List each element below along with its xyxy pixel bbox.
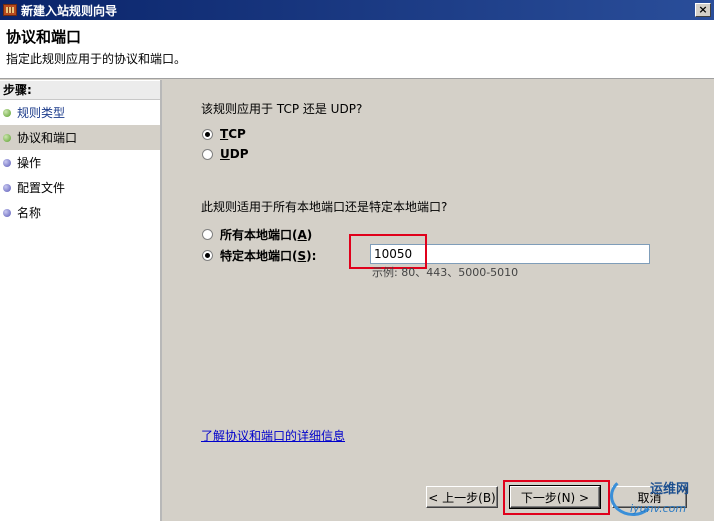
tcp-label: TCP [220,127,246,141]
step-profile[interactable]: 配置文件 [0,175,160,200]
page-title: 协议和端口 [6,28,82,46]
wizard-content: 该规则应用于 TCP 还是 UDP? TCP UDP 此规则适用于所有本地端口还… [164,80,714,521]
udp-radio[interactable] [202,148,213,160]
firewall-icon [3,4,17,16]
step-pending-icon [3,208,11,217]
step-name[interactable]: 名称 [0,200,160,225]
step-current-icon [3,133,11,142]
step-action[interactable]: 操作 [0,150,160,175]
back-button[interactable]: < 上一步(B) [426,486,498,508]
steps-title: 步骤: [0,81,160,100]
all-ports-label: 所有本地端口(A) [220,228,313,242]
close-button[interactable]: × [695,3,711,17]
step-protocol-ports[interactable]: 协议和端口 [0,125,160,150]
step-pending-icon [3,158,11,167]
all-ports-radio-option[interactable]: 所有本地端口(A) [202,226,312,243]
step-label: 配置文件 [17,181,66,195]
steps-panel: 步骤: 规则类型 协议和端口 操作 配置文件 名称 [0,80,162,521]
wizard-header: 协议和端口 指定此规则应用于的协议和端口。 [0,20,714,79]
protocol-question: 该规则应用于 TCP 还是 UDP? [201,102,363,116]
specific-ports-radio[interactable] [202,250,213,261]
cancel-button[interactable]: 取消 [612,486,687,508]
page-subtitle: 指定此规则应用于的协议和端口。 [6,52,187,66]
window-title: 新建入站规则向导 [21,3,118,18]
tcp-radio-option[interactable]: TCP [202,127,246,141]
step-pending-icon [3,183,11,192]
udp-radio-option[interactable]: UDP [202,147,249,161]
ports-example: 示例: 80、443、5000-5010 [372,266,519,279]
step-label: 规则类型 [17,106,66,120]
step-done-icon [3,108,11,117]
window-titlebar: 新建入站规则向导 × [0,0,714,20]
all-ports-radio[interactable] [202,229,213,240]
tcp-radio[interactable] [202,128,213,140]
step-label: 操作 [17,156,42,170]
ports-question: 此规则适用于所有本地端口还是特定本地端口? [201,200,448,214]
next-button[interactable]: 下一步(N) > [509,485,601,509]
specific-ports-label: 特定本地端口(S): [220,249,317,263]
step-label: 协议和端口 [17,131,78,145]
specific-ports-radio-option[interactable]: 特定本地端口(S): [202,247,316,264]
step-rule-type[interactable]: 规则类型 [0,100,160,125]
step-label: 名称 [17,206,42,220]
learn-more-link[interactable]: 了解协议和端口的详细信息 [201,427,345,444]
specific-ports-input[interactable] [370,244,650,264]
udp-label: UDP [220,147,249,161]
